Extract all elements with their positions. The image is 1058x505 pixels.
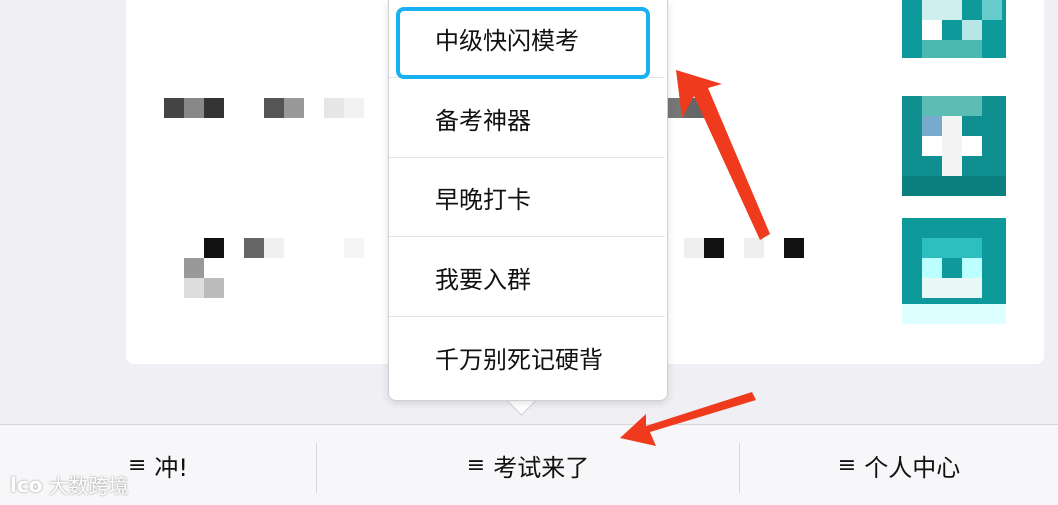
annotation-arrows [620, 70, 770, 446]
annotation-arrow-down-icon [620, 392, 756, 446]
annotation-arrow-up-icon [676, 70, 770, 240]
